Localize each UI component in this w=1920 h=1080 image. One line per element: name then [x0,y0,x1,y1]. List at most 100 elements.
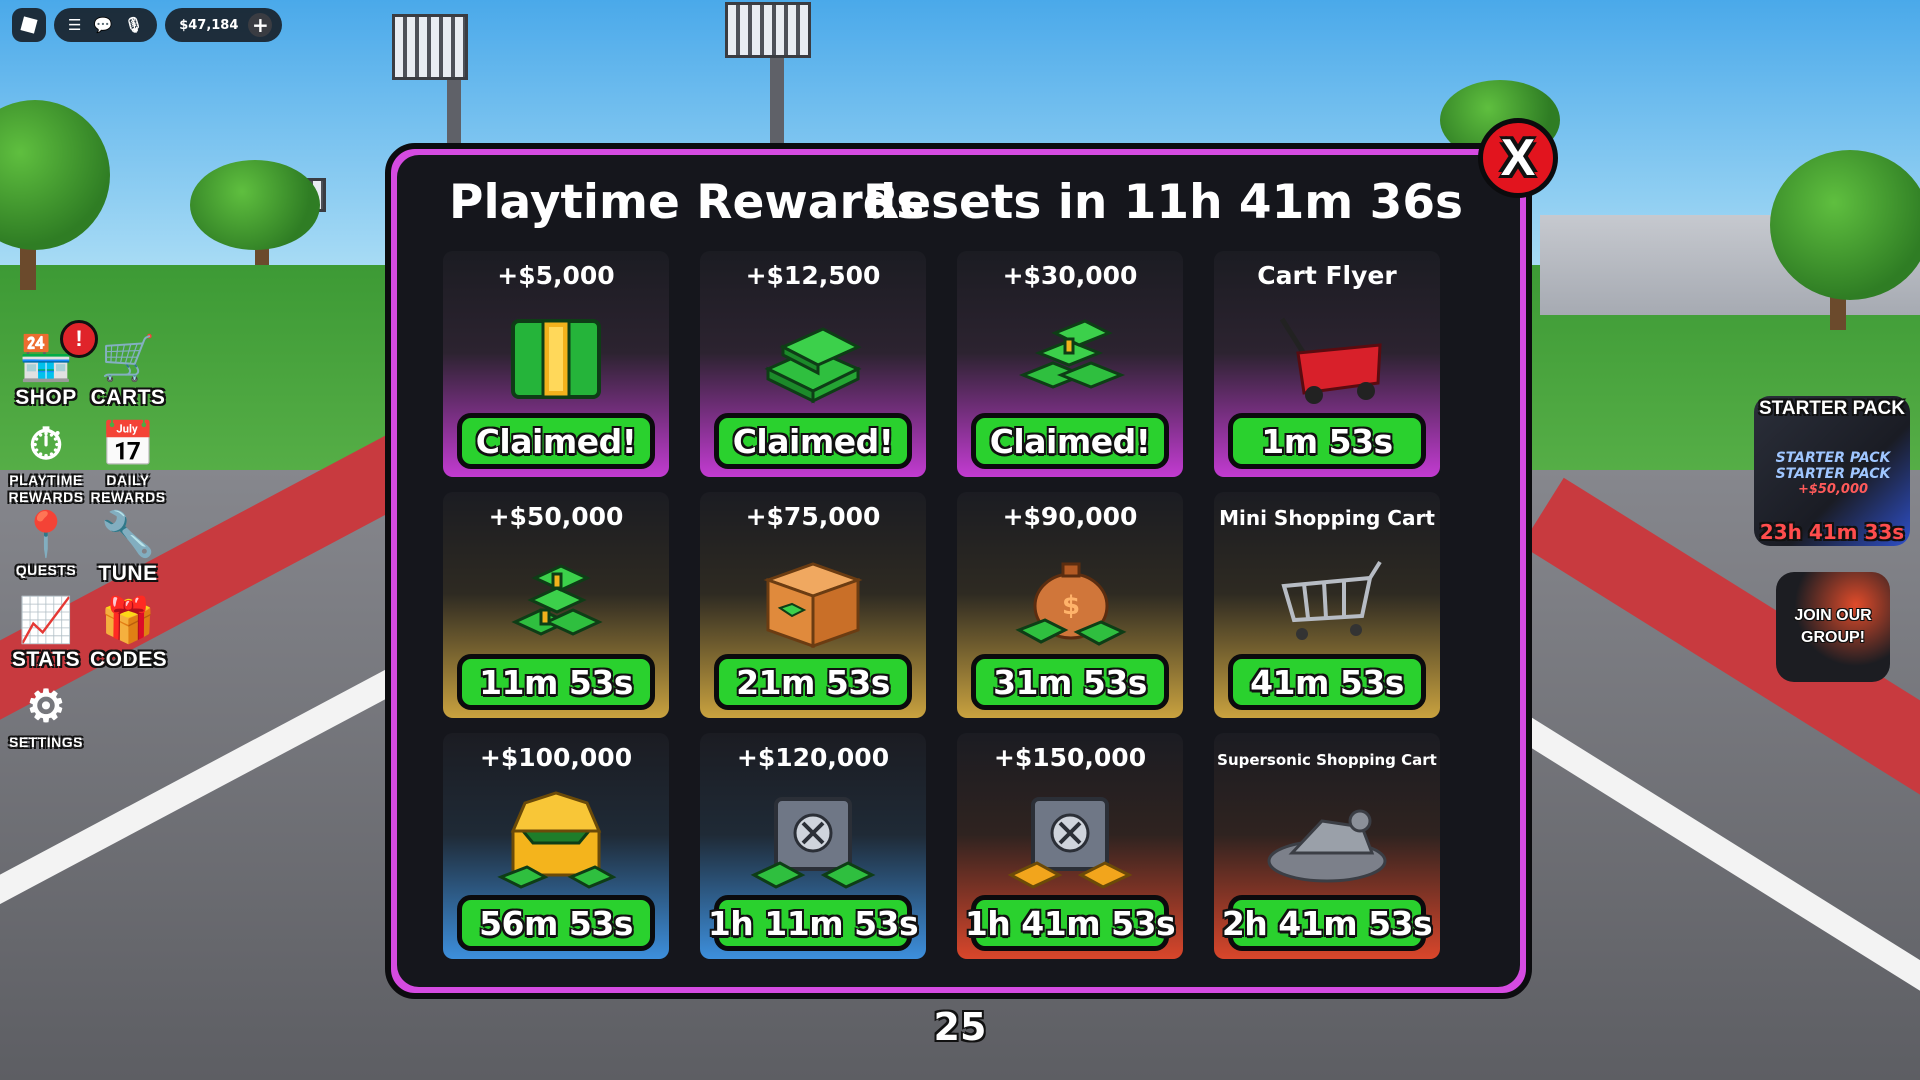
calendar-icon: 📅 [100,420,156,469]
reward-label: Cart Flyer [1257,261,1397,290]
playtime-rewards-modal: Playtime Rewards Resets in 11h 41m 36s +… [385,143,1532,999]
daily-rewards-button[interactable]: 📅 DAILY REWARDS [90,418,166,506]
stats-button[interactable]: 📈 STATS [8,594,84,672]
quests-label: QUESTS [15,562,77,578]
reward-label: +$12,500 [745,261,881,290]
cash-bill-icon [491,309,621,409]
codes-label: CODES [90,648,168,671]
reward-card[interactable]: +$120,000 1h 11m 53s [700,733,926,959]
reward-card[interactable]: +$50,000 11m 53s [443,492,669,718]
reward-label: +$75,000 [745,502,881,531]
gear-icon: ⚙ [26,682,66,731]
carts-label: CARTS [90,386,166,409]
reward-label: +$120,000 [736,743,890,772]
reward-card[interactable]: Cart Flyer 1m 53s [1214,251,1440,477]
starter-pack-title: STARTER PACK [1758,398,1906,419]
reward-label: Supersonic Shopping Cart [1217,751,1437,769]
reward-card[interactable]: Mini Shopping Cart 41m 53s [1214,492,1440,718]
cash-box-icon [748,550,878,650]
reward-card[interactable]: +$75,000 21m 53s [700,492,926,718]
shopping-cart-icon [1262,550,1392,650]
shop-button[interactable]: 🏪 ! SHOP [8,320,98,410]
daily-rewards-label: DAILY REWARDS [90,472,166,505]
roblox-menu-button[interactable] [12,8,46,42]
cash-pile-icon [1005,309,1135,409]
roblox-logo-icon [20,16,38,34]
reward-label: +$150,000 [993,743,1147,772]
modal-body: Playtime Rewards Resets in 11h 41m 36s +… [397,155,1520,987]
hover-cart-icon [1262,791,1392,891]
playtime-rewards-button[interactable]: ⏱ PLAYTIME REWARDS [8,418,84,506]
chat-icon[interactable]: 💬 [93,16,112,34]
gift-icon: 🎁 [100,596,156,645]
microphone-icon[interactable]: 🎙 [124,16,143,34]
add-currency-button[interactable]: + [248,13,273,37]
claimed-button[interactable]: Claimed! [971,413,1169,469]
claimed-button[interactable]: Claimed! [714,413,912,469]
quests-button[interactable]: 📍 QUESTS [8,508,84,579]
modal-title: Playtime Rewards [449,175,925,230]
reward-timer-button[interactable]: 1m 53s [1228,413,1426,469]
carts-button[interactable]: 🛒 CARTS [90,332,166,410]
cash-tower-icon [491,550,621,650]
reward-timer-button[interactable]: 11m 53s [457,654,655,710]
starter-pack-banner: STARTER PACK STARTER PACK +$50,000 [1775,450,1891,497]
reward-timer-button[interactable]: 31m 53s [971,654,1169,710]
map-pin-icon: 📍 [18,510,74,559]
tree [1770,150,1920,300]
reward-timer-button[interactable]: 56m 53s [457,895,655,951]
svg-text:$: $ [1062,591,1080,621]
tune-label: TUNE [98,562,158,585]
currency-display: $47,184 + [165,8,283,42]
stadium-lights [392,14,468,80]
reward-label: +$100,000 [479,743,633,772]
reward-card[interactable]: +$90,000 $31m 53s [957,492,1183,718]
join-group-button[interactable]: JOIN OUR GROUP! [1776,572,1890,682]
roblox-topbar: ☰ 💬 🎙 $47,184 + [12,8,283,42]
reward-label: +$50,000 [488,502,624,531]
stadium-lights [725,2,811,58]
reward-card[interactable]: +$150,000 1h 41m 53s [957,733,1183,959]
reward-label: +$30,000 [1002,261,1138,290]
tune-button[interactable]: 🔧 TUNE [90,508,166,586]
light-pole [447,70,461,150]
reward-timer-button[interactable]: 21m 53s [714,654,912,710]
wagon-icon [1262,309,1392,409]
reward-label: Mini Shopping Cart [1219,506,1435,530]
cash-stack-icon [748,309,878,409]
gold-safe-icon [1005,791,1135,891]
treasure-chest-icon [491,791,621,891]
reward-card[interactable]: +$5,000 Claimed! [443,251,669,477]
codes-button[interactable]: 🎁 CODES [90,594,168,672]
reward-timer-button[interactable]: 1h 11m 53s [708,895,919,951]
reward-card[interactable]: +$100,000 56m 53s [443,733,669,959]
page-number: 25 [933,1005,987,1049]
reset-timer: Resets in 11h 41m 36s [863,175,1464,230]
cart-icon: 🛒 [100,334,156,383]
close-button[interactable]: X [1478,118,1558,198]
reward-timer-button[interactable]: 2h 41m 53s [1222,895,1433,951]
safe-icon [748,791,878,891]
starter-pack-timer: 23h 41m 33s [1759,520,1905,544]
settings-button[interactable]: ⚙ SETTINGS [8,680,84,751]
topbar-controls: ☰ 💬 🎙 [54,8,158,42]
playtime-rewards-label: PLAYTIME REWARDS [8,472,84,505]
reward-card[interactable]: +$30,000 Claimed! [957,251,1183,477]
reward-timer-button[interactable]: 41m 53s [1228,654,1426,710]
money-amount: $47,184 [179,17,239,33]
light-pole [770,50,784,150]
wrench-icon: 🔧 [100,510,156,559]
claimed-button[interactable]: Claimed! [457,413,655,469]
settings-label: SETTINGS [8,734,83,750]
stats-label: STATS [11,648,81,671]
stopwatch-icon: ⏱ [28,420,64,469]
reward-label: +$5,000 [497,261,615,290]
hamburger-menu-icon[interactable]: ☰ [68,16,81,34]
reward-timer-button[interactable]: 1h 41m 53s [965,895,1176,951]
reward-card[interactable]: +$12,500 Claimed! [700,251,926,477]
reward-card[interactable]: Supersonic Shopping Cart 2h 41m 53s [1214,733,1440,959]
chart-icon: 📈 [18,596,74,645]
money-bag-icon: $ [1005,550,1135,650]
reward-label: +$90,000 [1002,502,1138,531]
shop-label: SHOP [15,386,77,409]
